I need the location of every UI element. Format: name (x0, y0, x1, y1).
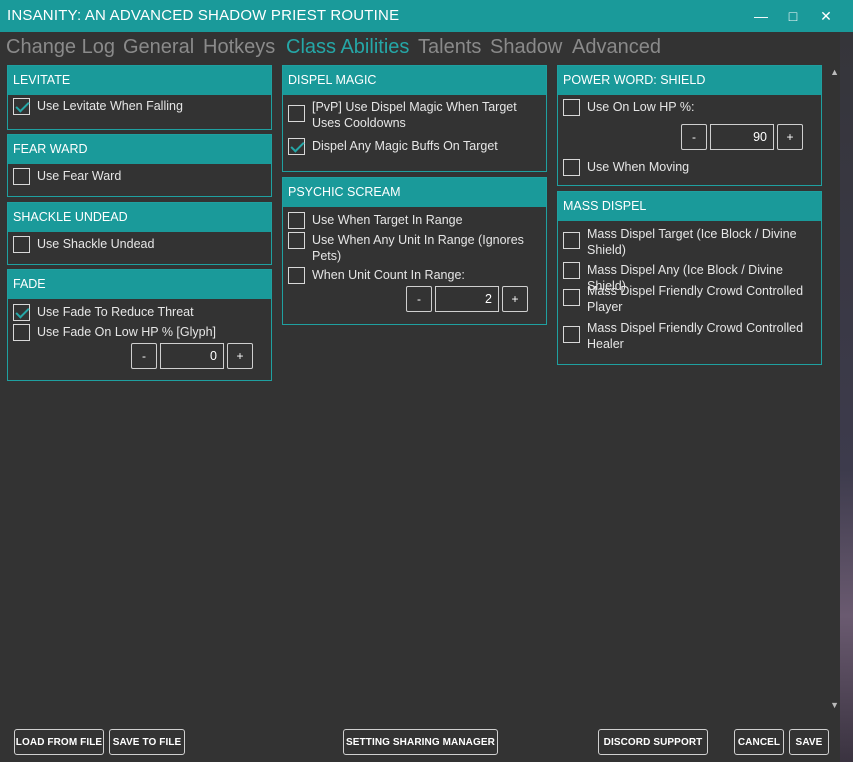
decrement-button[interactable]: - (406, 286, 432, 312)
checkbox-fade-low-hp[interactable] (13, 324, 30, 341)
checkbox-when-moving[interactable] (563, 159, 580, 176)
checkbox-row[interactable]: Use Fade On Low HP % [Glyph] (13, 324, 216, 341)
checkbox-levitate[interactable] (13, 98, 30, 115)
checkbox-label: Use Levitate When Falling (37, 99, 183, 113)
checkbox-row[interactable]: Use Fear Ward (13, 168, 121, 185)
checkbox-label: Use Fade To Reduce Threat (37, 305, 194, 319)
checkbox-label: Mass Dispel Target (Ice Block / Divine S… (587, 227, 797, 257)
scroll-down-icon[interactable]: ▼ (830, 700, 839, 710)
checkbox-target-in-range[interactable] (288, 212, 305, 229)
checkbox-label: Use On Low HP %: (587, 100, 695, 114)
panel-mass-dispel: MASS DISPEL Mass Dispel Target (Ice Bloc… (557, 191, 822, 365)
panel-levitate: LEVITATE Use Levitate When Falling (7, 65, 272, 130)
fade-hp-value[interactable]: 0 (160, 343, 224, 369)
tab-talents[interactable]: Talents (418, 36, 481, 59)
checkbox-label: When Unit Count In Range: (312, 268, 465, 282)
setting-sharing-manager-button[interactable]: SETTING SHARING MANAGER (343, 729, 498, 755)
tab-change-log[interactable]: Change Log (6, 36, 115, 59)
checkbox-row[interactable]: Use Fade To Reduce Threat (13, 304, 194, 321)
checkbox-label: Use When Any Unit In Range (Ignores Pets… (312, 233, 524, 263)
tab-bar: Change Log General Hotkeys Class Abiliti… (0, 34, 853, 62)
title-bar: INSANITY: AN ADVANCED SHADOW PRIEST ROUT… (0, 0, 853, 32)
checkbox-label: Dispel Any Magic Buffs On Target (312, 139, 498, 153)
panel-title: FADE (8, 270, 271, 299)
load-from-file-button[interactable]: LOAD FROM FILE (14, 729, 104, 755)
checkbox-dispel-buffs[interactable] (288, 138, 305, 155)
checkbox-mass-cc-healer[interactable] (563, 326, 580, 343)
increment-button[interactable]: + (502, 286, 528, 312)
maximize-icon[interactable]: □ (777, 0, 809, 32)
panel-title: SHACKLE UNDEAD (8, 203, 271, 232)
checkbox-label: Mass Dispel Friendly Crowd Controlled Pl… (587, 284, 804, 314)
checkbox-row[interactable]: Use When Target In Range (288, 212, 463, 229)
increment-button[interactable]: + (777, 124, 803, 150)
low-hp-value[interactable]: 90 (710, 124, 774, 150)
unit-count-stepper: - 2 + (406, 286, 528, 312)
checkbox-unit-count[interactable] (288, 267, 305, 284)
discord-support-button[interactable]: DISCORD SUPPORT (598, 729, 708, 755)
panel-dispel-magic: DISPEL MAGIC [PvP] Use Dispel Magic When… (282, 65, 547, 172)
checkbox-row[interactable]: Use Levitate When Falling (13, 98, 183, 115)
unit-count-value[interactable]: 2 (435, 286, 499, 312)
checkbox-fear-ward[interactable] (13, 168, 30, 185)
checkbox-row[interactable]: Mass Dispel Friendly Crowd Controlled Pl… (563, 283, 817, 315)
checkbox-mass-cc-player[interactable] (563, 289, 580, 306)
panel-title: DISPEL MAGIC (283, 66, 546, 95)
panel-title: FEAR WARD (8, 135, 271, 164)
low-hp-stepper: - 90 + (681, 124, 803, 150)
checkbox-row[interactable]: Mass Dispel Friendly Crowd Controlled He… (563, 320, 817, 352)
cancel-button[interactable]: CANCEL (734, 729, 784, 755)
fade-hp-stepper: - 0 + (131, 343, 253, 369)
checkbox-label: Use Fade On Low HP % [Glyph] (37, 325, 217, 339)
checkbox-fade-threat[interactable] (13, 304, 30, 321)
increment-button[interactable]: + (227, 343, 253, 369)
checkbox-mass-target[interactable] (563, 232, 580, 249)
save-button[interactable]: SAVE (789, 729, 829, 755)
checkbox-label: Use When Moving (587, 160, 690, 174)
tab-general[interactable]: General (123, 36, 194, 59)
checkbox-row[interactable]: Use When Moving (563, 159, 689, 176)
panel-title: MASS DISPEL (558, 192, 821, 221)
panel-power-word-shield: POWER WORD: SHIELD Use On Low HP %: - 90… (557, 65, 822, 186)
decrement-button[interactable]: - (131, 343, 157, 369)
checkbox-label: Use When Target In Range (312, 213, 463, 227)
decrement-button[interactable]: - (681, 124, 707, 150)
checkbox-row[interactable]: [PvP] Use Dispel Magic When Target Uses … (288, 99, 542, 131)
scroll-up-icon[interactable]: ▲ (830, 67, 839, 77)
window-title: INSANITY: AN ADVANCED SHADOW PRIEST ROUT… (7, 7, 400, 24)
checkbox-label: Mass Dispel Friendly Crowd Controlled He… (587, 321, 804, 351)
minimize-icon[interactable]: — (745, 0, 777, 32)
tab-class-abilities[interactable]: Class Abilities (286, 36, 409, 59)
checkbox-label: Use Shackle Undead (37, 237, 155, 251)
tab-shadow[interactable]: Shadow (490, 36, 562, 59)
background-strip (840, 32, 853, 762)
checkbox-row[interactable]: Use When Any Unit In Range (Ignores Pets… (288, 232, 546, 264)
checkbox-row[interactable]: Mass Dispel Target (Ice Block / Divine S… (563, 226, 817, 258)
panel-shackle-undead: SHACKLE UNDEAD Use Shackle Undead (7, 202, 272, 265)
panel-psychic-scream: PSYCHIC SCREAM Use When Target In Range … (282, 177, 547, 325)
checkbox-label: [PvP] Use Dispel Magic When Target Uses … (312, 100, 517, 130)
checkbox-label: Use Fear Ward (37, 169, 122, 183)
checkbox-pvp-dispel[interactable] (288, 105, 305, 122)
checkbox-low-hp[interactable] (563, 99, 580, 116)
checkbox-any-unit-in-range[interactable] (288, 232, 305, 249)
tab-advanced[interactable]: Advanced (572, 36, 661, 59)
close-icon[interactable]: ✕ (810, 0, 842, 32)
panel-fear-ward: FEAR WARD Use Fear Ward (7, 134, 272, 197)
panel-title: POWER WORD: SHIELD (558, 66, 821, 95)
save-to-file-button[interactable]: SAVE TO FILE (109, 729, 185, 755)
checkbox-shackle-undead[interactable] (13, 236, 30, 253)
panel-fade: FADE Use Fade To Reduce Threat Use Fade … (7, 269, 272, 381)
panel-title: PSYCHIC SCREAM (283, 178, 546, 207)
checkbox-row[interactable]: Use On Low HP %: (563, 99, 694, 116)
checkbox-row[interactable]: Dispel Any Magic Buffs On Target (288, 138, 498, 155)
checkbox-row[interactable]: Use Shackle Undead (13, 236, 154, 253)
checkbox-mass-any[interactable] (563, 262, 580, 279)
checkbox-row[interactable]: When Unit Count In Range: (288, 267, 465, 284)
tab-hotkeys[interactable]: Hotkeys (203, 36, 275, 59)
panel-title: LEVITATE (8, 66, 271, 95)
